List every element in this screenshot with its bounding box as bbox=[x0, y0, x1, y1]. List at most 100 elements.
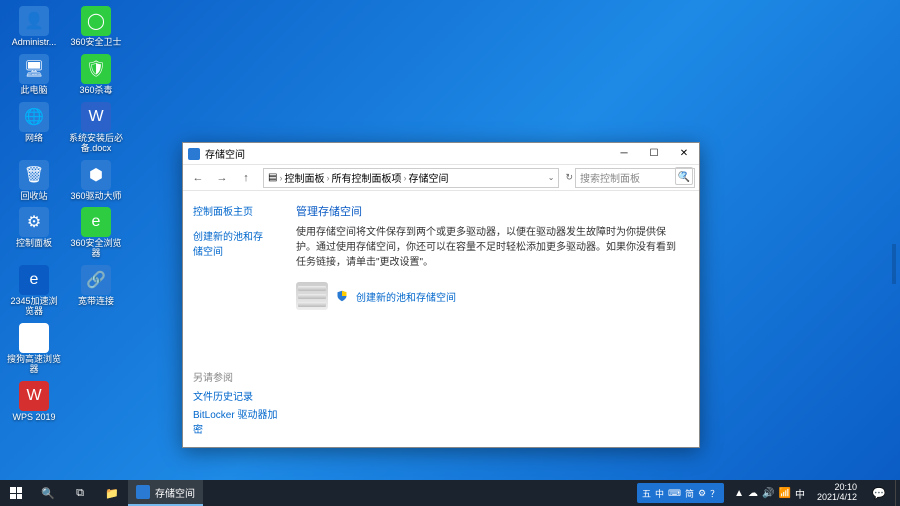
app-icon: 🛡 bbox=[81, 54, 111, 84]
file-explorer-button[interactable]: 📁 bbox=[96, 480, 128, 506]
titlebar: 存储空间 ─ ☐ ✕ bbox=[183, 143, 699, 165]
desktop-icon[interactable]: 🗑回收站 bbox=[6, 160, 62, 202]
navbar: ← → ↑ ▤ › 控制面板 › 所有控制面板项 › 存储空间 ⌄ ↻ 搜索控制… bbox=[183, 165, 699, 191]
icon-label: 360安全卫士 bbox=[70, 38, 121, 48]
sidebar-home-link[interactable]: 控制面板主页 bbox=[193, 203, 268, 218]
ime-item[interactable]: 简 bbox=[685, 487, 694, 500]
icon-label: 宽带连接 bbox=[78, 297, 114, 307]
breadcrumb-item[interactable]: 控制面板 bbox=[284, 170, 324, 185]
icon-label: Administr... bbox=[12, 38, 57, 48]
taskbar-app-storage[interactable]: 存储空间 bbox=[128, 480, 203, 506]
desktop-icon[interactable]: 🖥 此电脑 bbox=[6, 54, 62, 96]
breadcrumb-root-icon: ▤ bbox=[268, 172, 277, 183]
ime-item[interactable]: 中 bbox=[655, 487, 664, 500]
breadcrumb[interactable]: ▤ › 控制面板 › 所有控制面板项 › 存储空间 ⌄ bbox=[263, 168, 559, 188]
up-button[interactable]: ↑ bbox=[235, 168, 257, 188]
main-content: ? 管理存储空间 使用存储空间将文件保存到两个或更多驱动器，以便在驱动器发生故障… bbox=[278, 191, 699, 447]
page-heading: 管理存储空间 bbox=[296, 203, 681, 219]
close-button[interactable]: ✕ bbox=[669, 143, 699, 165]
app-icon: W bbox=[81, 102, 111, 132]
create-storage-item: 创建新的池和存储空间 bbox=[296, 282, 681, 310]
see-also: 另请参阅 文件历史记录 BitLocker 驱动器加密 bbox=[193, 369, 278, 439]
system-tray: 五中⌨简⚙？ ▲☁🔊📶中 20:10 2021/4/12 💬 bbox=[637, 480, 900, 506]
app-icon: 🖥 bbox=[19, 54, 49, 84]
clock-date: 2021/4/12 bbox=[817, 493, 857, 503]
see-also-link[interactable]: BitLocker 驱动器加密 bbox=[193, 406, 278, 436]
app-icon: ⚙ bbox=[19, 207, 49, 237]
edge-artifact bbox=[892, 244, 896, 284]
maximize-button[interactable]: ☐ bbox=[639, 143, 669, 165]
desktop-icon[interactable]: W系统安装后必备.docx bbox=[68, 102, 124, 154]
app-icon: e bbox=[81, 207, 111, 237]
icon-label: 搜狗高速浏览器 bbox=[6, 355, 62, 375]
app-icon: 👤 bbox=[19, 6, 49, 36]
icon-label: 此电脑 bbox=[20, 86, 47, 96]
desktop-icon[interactable]: ⚙ 控制面板 bbox=[6, 207, 62, 259]
minimize-button[interactable]: ─ bbox=[609, 143, 639, 165]
ime-item[interactable]: ⌨ bbox=[668, 488, 681, 499]
tray-icon[interactable]: ☁ bbox=[748, 488, 758, 499]
back-button[interactable]: ← bbox=[187, 168, 209, 188]
help-icon[interactable]: ? bbox=[675, 167, 693, 185]
icon-label: 360驱动大师 bbox=[70, 192, 121, 202]
app-icon: 🗑 bbox=[19, 160, 49, 190]
clock[interactable]: 20:10 2021/4/12 bbox=[811, 483, 863, 503]
create-storage-link[interactable]: 创建新的池和存储空间 bbox=[356, 289, 456, 304]
desktop-icon[interactable]: e360安全浏览器 bbox=[68, 207, 124, 259]
desktop-icon[interactable]: 🛡 360杀毒 bbox=[68, 54, 124, 96]
desktop-icon[interactable]: 🌐网络 bbox=[6, 102, 62, 154]
desktop-icon[interactable]: W WPS 2019 bbox=[6, 381, 62, 423]
tray-icon[interactable]: ▲ bbox=[734, 488, 744, 499]
window-icon bbox=[188, 148, 200, 160]
start-button[interactable] bbox=[0, 480, 32, 506]
app-icon: 🌐 bbox=[19, 102, 49, 132]
desktop: 👤 Administr... ◯ 360安全卫士 🖥 此电脑 🛡 360杀毒 🌐网络W系统安装后… bbox=[6, 6, 124, 423]
desktop-icon[interactable]: e2345加速浏览器 bbox=[6, 265, 62, 317]
control-panel-window: 存储空间 ─ ☐ ✕ ← → ↑ ▤ › 控制面板 › 所有控制面板项 › 存储… bbox=[182, 142, 700, 448]
tray-icon[interactable]: 中 bbox=[795, 486, 805, 501]
app-icon: S bbox=[19, 323, 49, 353]
taskbar-app-label: 存储空间 bbox=[155, 485, 195, 500]
ime-item[interactable]: ？ bbox=[710, 487, 719, 500]
icon-label: 控制面板 bbox=[16, 239, 52, 249]
see-also-link[interactable]: 文件历史记录 bbox=[193, 388, 278, 403]
app-icon: ⬢ bbox=[81, 160, 111, 190]
uac-shield-icon bbox=[336, 290, 348, 302]
breadcrumb-dropdown[interactable]: ⌄ bbox=[548, 173, 555, 182]
taskbar-app-icon bbox=[136, 485, 150, 499]
ime-bar[interactable]: 五中 ⌨ 简 ⚙ ？ bbox=[637, 483, 724, 503]
icon-label: WPS 2019 bbox=[12, 413, 55, 423]
breadcrumb-item[interactable]: 存储空间 bbox=[408, 170, 448, 185]
tray-icons: ▲ ☁ 🔊 📶 中 bbox=[728, 486, 811, 501]
icon-label: 360安全浏览器 bbox=[68, 239, 124, 259]
desktop-icon[interactable]: S搜狗高速浏览器 bbox=[6, 323, 62, 375]
refresh-button[interactable]: ↻ bbox=[565, 172, 573, 183]
app-icon: e bbox=[19, 265, 49, 295]
window-title: 存储空间 bbox=[205, 146, 609, 161]
desktop-icon[interactable]: 🔗 宽带连接 bbox=[68, 265, 124, 317]
desktop-icon[interactable]: ⬢ 360驱动大师 bbox=[68, 160, 124, 202]
ime-item[interactable]: ⚙ bbox=[698, 488, 706, 499]
sidebar-create-link[interactable]: 创建新的池和存储空间 bbox=[193, 228, 268, 258]
drive-stack-icon bbox=[296, 282, 328, 310]
taskbar: 🔍 ⧉ 📁 存储空间 五中⌨简⚙？ ▲☁🔊📶中 20:10 2021/4/12 … bbox=[0, 480, 900, 506]
show-desktop-button[interactable] bbox=[895, 480, 900, 506]
ime-item[interactable]: 五 bbox=[642, 487, 651, 500]
search-button[interactable]: 🔍 bbox=[32, 480, 64, 506]
desktop-icon[interactable]: 👤 Administr... bbox=[6, 6, 62, 48]
icon-label: 360杀毒 bbox=[79, 86, 112, 96]
forward-button[interactable]: → bbox=[211, 168, 233, 188]
app-icon: W bbox=[19, 381, 49, 411]
icon-label: 2345加速浏览器 bbox=[6, 297, 62, 317]
app-icon: ◯ bbox=[81, 6, 111, 36]
see-also-header: 另请参阅 bbox=[193, 369, 278, 384]
desktop-icon[interactable]: ◯ 360安全卫士 bbox=[68, 6, 124, 48]
breadcrumb-item[interactable]: 所有控制面板项 bbox=[331, 170, 401, 185]
search-placeholder: 搜索控制面板 bbox=[580, 170, 640, 185]
sidebar: 控制面板主页 创建新的池和存储空间 另请参阅 文件历史记录 BitLocker … bbox=[183, 191, 278, 447]
tray-icon[interactable]: 🔊 bbox=[762, 488, 774, 499]
task-view-button[interactable]: ⧉ bbox=[64, 480, 96, 506]
tray-icon[interactable]: 📶 bbox=[779, 488, 791, 499]
notifications-button[interactable]: 💬 bbox=[863, 480, 895, 506]
app-icon: 🔗 bbox=[81, 265, 111, 295]
